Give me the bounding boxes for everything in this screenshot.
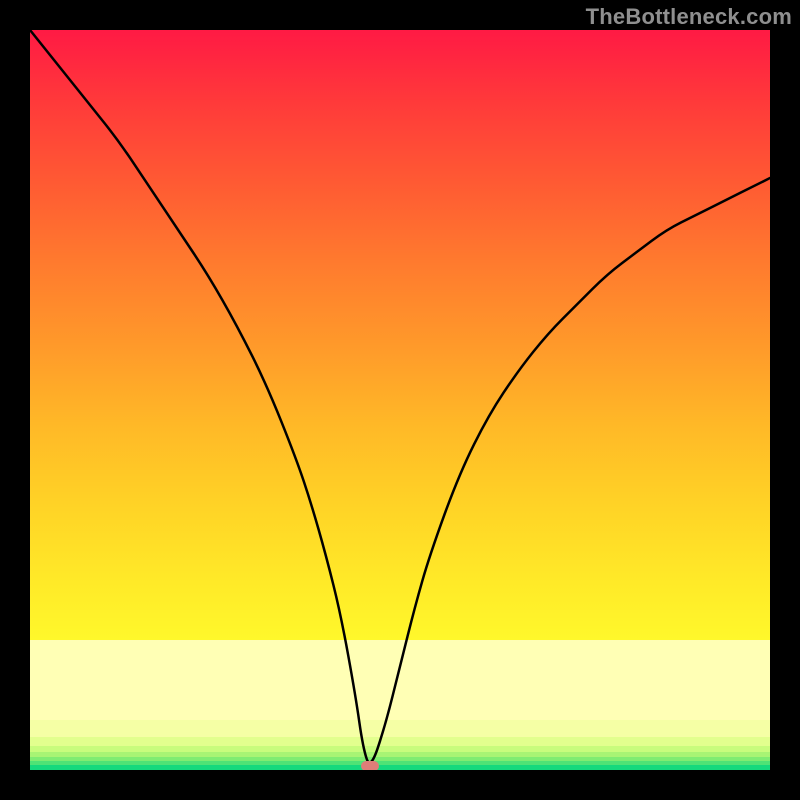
curve-layer bbox=[30, 30, 770, 770]
watermark-text: TheBottleneck.com bbox=[586, 4, 792, 30]
outer-frame: TheBottleneck.com bbox=[0, 0, 800, 800]
minimum-point-marker bbox=[361, 761, 379, 770]
plot-area bbox=[30, 30, 770, 770]
bottleneck-curve bbox=[30, 30, 770, 763]
